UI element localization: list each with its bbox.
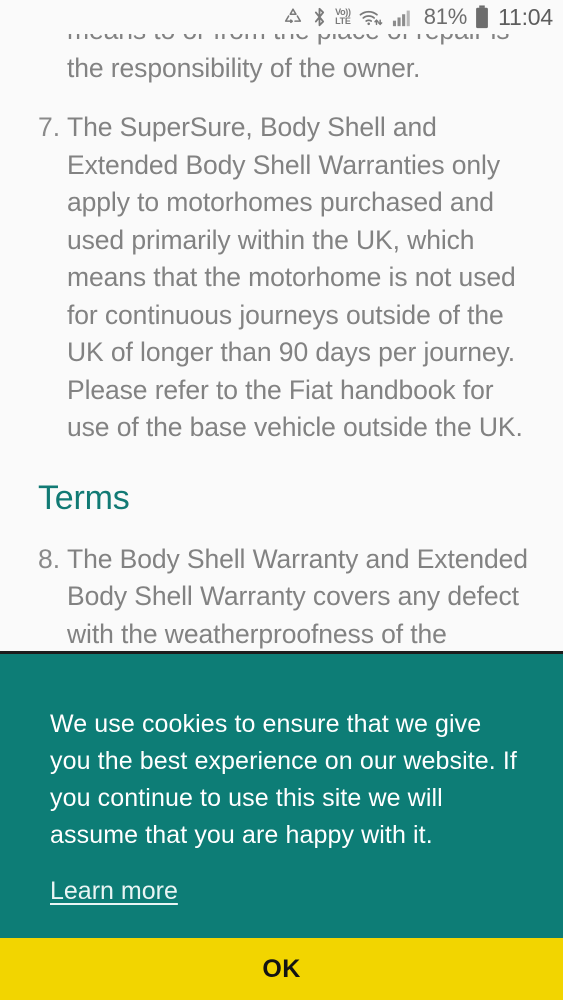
web-page-content[interactable]: means to or from the place of repair is … (0, 34, 563, 652)
page-section-heading: Terms (38, 478, 130, 517)
list-marker-7: 7. (38, 112, 61, 142)
cookie-consent-message: We use cookies to ensure that we give yo… (50, 710, 517, 849)
learn-more-link[interactable]: Learn more (50, 874, 178, 908)
ok-button-label: OK (262, 954, 301, 983)
battery-icon (474, 5, 490, 29)
list-item-7-text: The SuperSure, Body Shell and Extended B… (67, 112, 523, 442)
list-item-8-text: The Body Shell Warranty and Extended Bod… (67, 543, 528, 649)
clock: 11:04 (498, 3, 553, 30)
list-item-7: 7. The SuperSure, Body Shell and Extende… (0, 109, 541, 447)
mobile-screen: Vo)) LTE 81% 11:04 the responsibility of… (0, 0, 563, 1000)
cookie-accept-ok-button[interactable]: OK (0, 938, 563, 1000)
clipped-paragraph-top: means to or from the place of repair is … (67, 34, 509, 83)
cookie-consent-banner: We use cookies to ensure that we give yo… (0, 651, 563, 938)
bluetooth-icon (311, 6, 328, 28)
data-saver-icon (282, 6, 304, 28)
wifi-icon (358, 6, 384, 28)
battery-percentage: 81% (423, 4, 468, 29)
list-item-8: 8. The Body Shell Warranty and Extended … (0, 541, 541, 653)
volte-line-2: LTE (335, 16, 351, 26)
volte-icon: Vo)) LTE (335, 8, 351, 26)
signal-bars-icon (391, 6, 415, 28)
status-bar: Vo)) LTE 81% 11:04 (0, 0, 563, 34)
list-marker-8: 8. (38, 543, 61, 574)
